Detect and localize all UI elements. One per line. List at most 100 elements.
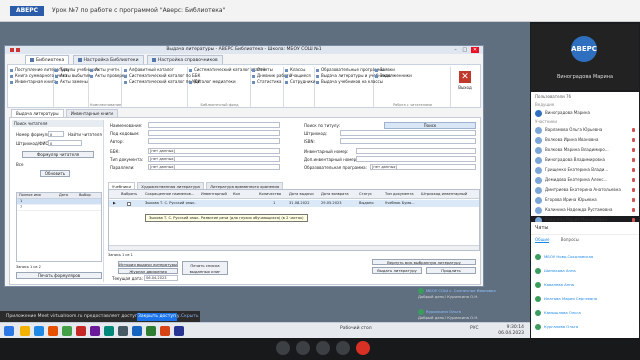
col-select[interactable]: Выбрать [121, 192, 137, 196]
edu-program-select[interactable]: [нет данных] [370, 164, 476, 170]
list-item[interactable]: Егорова Ирина Юрьевна [531, 195, 639, 205]
list-item[interactable]: Демидова Екатерина Алекс... [531, 175, 639, 185]
tab-textbooks[interactable]: Учебники [108, 182, 135, 189]
list-item[interactable]: Виноградова Владимировна [531, 155, 639, 165]
camera-button[interactable] [296, 341, 310, 355]
tab-inventory-books[interactable]: Инвентарные книги [65, 109, 119, 117]
explorer-icon[interactable] [20, 326, 30, 336]
excel-icon[interactable] [146, 326, 156, 336]
start-icon[interactable] [4, 326, 14, 336]
author-input[interactable] [148, 138, 280, 144]
col-select[interactable]: Выбор [77, 193, 91, 197]
more-button[interactable] [336, 341, 350, 355]
print-issued-list-button[interactable]: Печать списка выданных книг [182, 261, 228, 275]
ribbon-item[interactable]: Акты проверки [90, 73, 127, 79]
extra-inventory-field[interactable] [356, 156, 476, 162]
barcode-input[interactable]: 0 [48, 140, 82, 146]
exit-button[interactable]: ✕ Выход [458, 71, 472, 90]
ribbon-item[interactable]: Акты замены [55, 79, 88, 85]
ribbon-item[interactable]: Систематический каталог по УДК [124, 79, 200, 85]
refresh-button[interactable]: Обновить [40, 170, 70, 177]
reader-form-button[interactable]: Формуляр читателя [22, 151, 94, 158]
close-button[interactable]: ✕ [471, 47, 479, 53]
bbk-select[interactable]: [нет данных] [148, 148, 280, 154]
col-short-name[interactable]: Сокращенное наименов... [145, 192, 194, 196]
language-indicator[interactable]: РУС [470, 326, 479, 331]
app-icon[interactable] [104, 326, 114, 336]
issue-literature-button[interactable]: Выдать литературу [372, 267, 422, 274]
ribbon-item[interactable]: Сотрудники [285, 79, 315, 85]
col-quantity[interactable]: Количество [259, 192, 281, 196]
app-icon[interactable] [90, 326, 100, 336]
avers-app-icon[interactable] [174, 326, 184, 336]
name-input[interactable] [148, 122, 280, 128]
list-item[interactable]: Волкова Марина Владимиро... [531, 145, 639, 155]
ribbon-item[interactable]: Систематический каталог статей [189, 67, 265, 73]
maximize-button[interactable]: □ [462, 47, 468, 53]
list-item[interactable]: Грищенко Екатерина Влади... [531, 165, 639, 175]
leave-call-button[interactable] [356, 341, 370, 355]
inventory-number-field[interactable] [356, 148, 476, 154]
tab-library-settings[interactable]: Настройка Библиотеки [72, 55, 144, 64]
app-icon[interactable] [160, 326, 170, 336]
ribbon-item[interactable]: Каталог медиатеки [189, 79, 250, 85]
stop-sharing-button[interactable]: Закрыть доступ [137, 313, 177, 321]
col-issue-date[interactable]: Дата выдачи [289, 192, 314, 196]
isbn-field[interactable] [340, 138, 476, 144]
col-doc-type[interactable]: Тип документа [385, 192, 414, 196]
form-number-input[interactable]: 0 [48, 131, 64, 137]
tab-issue-literature[interactable]: Выдача литературы [11, 109, 64, 117]
app-icon[interactable] [118, 326, 128, 336]
list-item[interactable]: Волкова Ирина Ивановна [531, 135, 639, 145]
ribbon-item[interactable]: Выдача учебников на классы [316, 79, 383, 85]
col-return-date[interactable]: Дата возврата [321, 192, 349, 196]
chat-message: Камышлова Ольга [535, 310, 581, 316]
chrome-icon[interactable] [62, 326, 72, 336]
issue-history-button[interactable]: История выдачи литературы [118, 261, 178, 267]
tab-chat-general[interactable]: Общие [535, 237, 550, 243]
minimize-button[interactable]: – [452, 47, 458, 53]
row-checkbox[interactable] [127, 202, 131, 206]
taskbar-clock[interactable]: 9:30:14 06.04.2023 [498, 325, 524, 337]
ribbon-item[interactable]: Задолженники [375, 73, 450, 79]
quick-access-toolbar[interactable] [9, 46, 23, 54]
movement-journal-button[interactable]: Журнал движения [118, 268, 178, 274]
list-item[interactable]: Дмитриева Екатерина Анатольевна [531, 185, 639, 195]
tab-library[interactable]: Библиотека [25, 55, 70, 64]
search-button[interactable]: Поиск [384, 122, 476, 129]
tab-directories[interactable]: Настройка справочников [146, 55, 223, 64]
col-status[interactable]: Статус [359, 192, 372, 196]
browser-icon[interactable] [34, 326, 44, 336]
hide-notice-button[interactable]: Скрыть [181, 314, 199, 319]
col-count-short[interactable]: Кол [233, 192, 240, 196]
tab-fiction[interactable]: Художественная литература [137, 182, 204, 189]
table-row[interactable]: 7 [17, 205, 101, 211]
code-input[interactable] [148, 130, 280, 136]
ribbon-item[interactable]: Инвентарная книга [10, 79, 56, 85]
col-inventory[interactable]: Инвентарный [201, 192, 227, 196]
word-icon[interactable] [132, 326, 142, 336]
doc-type-select[interactable]: [нет данных] [148, 156, 280, 162]
tab-temporary-storage[interactable]: Литература временного хранения [206, 182, 284, 189]
col-date[interactable]: Дата [57, 193, 77, 197]
current-date-field[interactable]: 06.04.2023 [144, 275, 178, 281]
list-item[interactable]: Виноградова Марина [531, 108, 639, 118]
firefox-icon[interactable] [48, 326, 58, 336]
find-reader-link[interactable]: Найти читателя [68, 132, 102, 137]
list-item[interactable]: Калинина Надежда Рустамовна [531, 205, 639, 215]
extend-button[interactable]: Продлить [426, 267, 476, 274]
col-barcode[interactable]: Штрихкод инвентарный [421, 192, 467, 196]
app-icon[interactable] [76, 326, 86, 336]
print-forms-button[interactable]: Печать формуляров [16, 272, 102, 279]
share-screen-button[interactable] [316, 341, 330, 355]
desktop-label[interactable]: Рабочий стол [340, 326, 372, 331]
mic-button[interactable] [276, 341, 290, 355]
grid-horizontal-scrollbar[interactable] [109, 245, 479, 250]
barcode-field[interactable] [340, 130, 476, 136]
col-full-name[interactable]: Полное имя [17, 193, 57, 197]
list-item[interactable]: Варламова Ольга Юрьевна [531, 125, 639, 135]
tab-chat-questions[interactable]: Вопросы [561, 237, 579, 242]
ribbon-item[interactable]: Статистика [252, 79, 283, 85]
parallels-select[interactable]: [нет данных] [148, 164, 280, 170]
return-all-button[interactable]: Вернуть всю выбранную литературу [372, 259, 476, 265]
